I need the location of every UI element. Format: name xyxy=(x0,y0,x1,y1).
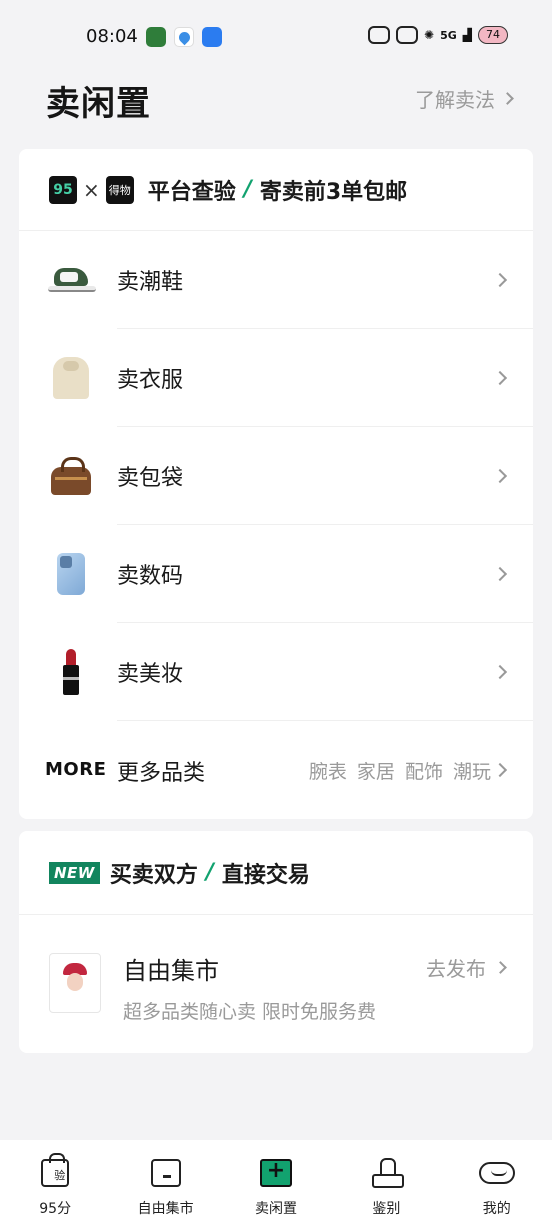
tab-label: 我的 xyxy=(482,1201,511,1217)
category-label: 卖潮鞋 xyxy=(117,270,184,295)
chevron-right-icon xyxy=(492,762,508,778)
logo-95-icon: 95 xyxy=(49,175,77,204)
tab-label: 鉴别 xyxy=(372,1201,401,1217)
market-subtitle: 超多品类随心卖 限时免服务费 xyxy=(123,1001,377,1023)
learn-selling-label: 了解卖法 xyxy=(415,88,495,112)
chevron-right-icon xyxy=(501,92,514,105)
cross-icon: × xyxy=(83,177,100,202)
market-icon xyxy=(148,1156,184,1190)
status-bar: 08:04 ✺ 5G ▟ 74 xyxy=(0,0,552,72)
banner-slash: / xyxy=(205,860,214,885)
category-label: 卖数码 xyxy=(117,564,184,589)
chevron-right-icon xyxy=(492,370,508,386)
chevron-right-icon xyxy=(492,664,508,680)
banner-text-2: 直接交易 xyxy=(221,862,310,888)
hoodie-icon xyxy=(45,352,97,404)
status-time: 08:04 xyxy=(86,26,138,47)
free-market-card: NEW 买卖双方 / 直接交易 自由集市 超多品类随心卖 限时免服务费 去发布 xyxy=(19,831,533,1053)
direct-trade-banner: NEW 买卖双方 / 直接交易 xyxy=(19,831,533,915)
sneaker-icon xyxy=(45,254,97,306)
logo-dewu-icon: 得物 xyxy=(105,175,134,204)
phone-icon xyxy=(45,548,97,600)
bulb-icon: ✺ xyxy=(424,28,435,42)
chevron-right-icon xyxy=(492,566,508,582)
bottom-tab-bar: 验 95分 自由集市 + 卖闲置 鉴别 我的 xyxy=(0,1140,552,1226)
shopping-bag-icon: 验 xyxy=(37,1153,73,1190)
more-categories-label: 更多品类 xyxy=(117,761,206,786)
publish-label: 去发布 xyxy=(426,957,486,981)
stamp-icon xyxy=(368,1156,405,1190)
tab-authenticate[interactable]: 鉴别 xyxy=(341,1156,431,1218)
platform-inspection-banner: 95 × 得物 平台查验 / 寄卖前3单包邮 xyxy=(19,149,533,231)
category-row-bags[interactable]: 卖包袋 xyxy=(19,427,533,525)
tab-95fen[interactable]: 验 95分 xyxy=(10,1153,100,1218)
banner-text-2: 寄卖前3单包邮 xyxy=(259,179,408,205)
banner-text-1: 买卖双方 xyxy=(109,862,198,888)
chevron-right-icon xyxy=(494,961,507,974)
tab-label: 自由集市 xyxy=(137,1201,194,1217)
status-icon xyxy=(396,26,419,44)
tab-label: 95分 xyxy=(39,1201,72,1217)
more-tag: MORE xyxy=(45,759,107,780)
publish-button[interactable]: 去发布 xyxy=(426,953,507,982)
handbag-icon xyxy=(45,450,97,502)
category-label: 卖包袋 xyxy=(117,466,184,491)
tab-free-market[interactable]: 自由集市 xyxy=(121,1156,211,1218)
signal-icon: ▟ xyxy=(462,28,472,42)
tab-sell[interactable]: + 卖闲置 xyxy=(231,1156,321,1218)
more-categories-list: 腕表 家居 配饰 潮玩 xyxy=(308,761,491,783)
market-thumbnail xyxy=(49,953,101,1013)
category-row-sneakers[interactable]: 卖潮鞋 xyxy=(19,231,533,329)
sell-plus-icon: + xyxy=(258,1156,294,1190)
app-notification-icon xyxy=(202,27,222,47)
category-row-more[interactable]: MORE 更多品类 腕表 家居 配饰 潮玩 xyxy=(19,721,533,819)
sell-categories-card: 95 × 得物 平台查验 / 寄卖前3单包邮 卖潮鞋 卖衣服 卖包袋 卖数码 卖… xyxy=(19,149,533,819)
app-notification-icon xyxy=(174,27,194,47)
category-row-beauty[interactable]: 卖美妆 xyxy=(19,623,533,721)
banner-text-1: 平台查验 xyxy=(147,179,236,205)
category-label: 卖衣服 xyxy=(117,368,184,393)
new-badge: NEW xyxy=(49,861,100,884)
tab-profile[interactable]: 我的 xyxy=(452,1156,542,1218)
chevron-right-icon xyxy=(492,272,508,288)
battery-indicator: 74 xyxy=(478,26,508,44)
page-title: 卖闲置 xyxy=(46,84,151,124)
category-label: 卖美妆 xyxy=(117,662,184,687)
status-indicators: ✺ 5G ▟ 74 xyxy=(368,26,508,44)
status-app-icons xyxy=(146,27,222,47)
market-title: 自由集市 xyxy=(123,957,219,985)
learn-selling-link[interactable]: 了解卖法 xyxy=(415,84,514,113)
network-indicator: 5G xyxy=(440,28,457,42)
app-notification-icon xyxy=(146,27,166,47)
profile-icon xyxy=(478,1156,515,1190)
status-icon xyxy=(368,26,391,44)
tab-label: 卖闲置 xyxy=(254,1201,297,1217)
banner-slash: / xyxy=(243,177,252,202)
chevron-right-icon xyxy=(492,468,508,484)
free-market-row[interactable]: 自由集市 超多品类随心卖 限时免服务费 去发布 xyxy=(19,915,533,1053)
lipstick-icon xyxy=(45,646,97,698)
category-row-clothes[interactable]: 卖衣服 xyxy=(19,329,533,427)
category-row-digital[interactable]: 卖数码 xyxy=(19,525,533,623)
